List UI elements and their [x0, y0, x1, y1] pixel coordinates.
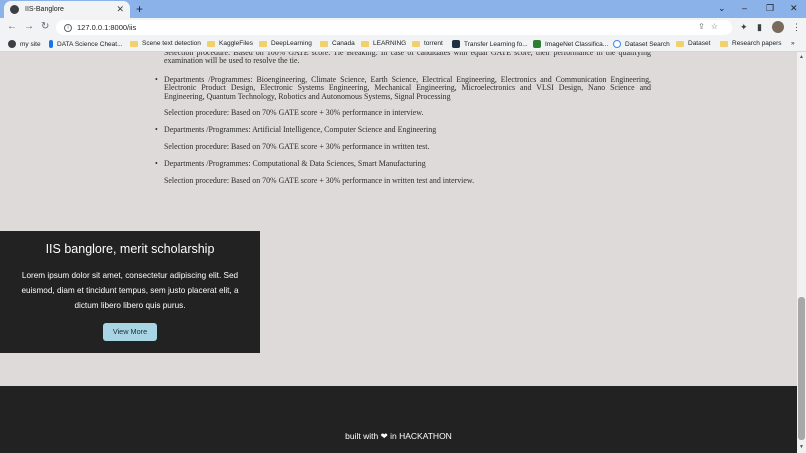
- back-icon[interactable]: ←: [7, 21, 17, 33]
- restore-button[interactable]: ❐: [766, 2, 774, 14]
- list-item: Departments /Programmes: Computational &…: [155, 159, 426, 169]
- scroll-down-icon[interactable]: ▼: [799, 444, 804, 450]
- minimize-button[interactable]: –: [742, 2, 747, 14]
- tab-title: IIS-Banglore: [25, 6, 64, 13]
- bookmarks-bar: my site DATA Science Cheat... Scene text…: [0, 37, 806, 52]
- site-favicon-icon: [10, 5, 19, 14]
- bookmark-label: Dataset: [688, 40, 711, 47]
- google-icon: [613, 40, 621, 48]
- bookmark-imagenet[interactable]: ImageNet Classifica...: [533, 40, 608, 48]
- footer-prefix: built with: [345, 431, 379, 441]
- page-scrollbar[interactable]: ▲ ▼: [797, 52, 806, 453]
- bookmark-dataset-search[interactable]: Dataset Search: [613, 40, 670, 48]
- folder-icon: [720, 40, 728, 47]
- globe-icon: [8, 40, 16, 48]
- heart-icon: ❤: [380, 431, 388, 441]
- folder-icon: [361, 40, 369, 47]
- folder-icon: [207, 40, 215, 47]
- bookmark-label: DATA Science Cheat...: [57, 40, 123, 48]
- bookmark-label: LEARNING: [373, 40, 407, 47]
- bookmark-dataset[interactable]: Dataset: [676, 40, 710, 47]
- tab-search-icon[interactable]: ⌄: [718, 2, 726, 14]
- reload-icon[interactable]: ↻: [41, 21, 49, 33]
- bookmarks-more[interactable]: »: [791, 40, 795, 47]
- bookmark-learning[interactable]: LEARNING: [361, 40, 406, 47]
- site-icon: [452, 40, 460, 48]
- close-tab-icon[interactable]: ✕: [116, 4, 124, 15]
- footer-suffix: in HACKATHON: [390, 431, 452, 441]
- folder-icon: [412, 40, 420, 47]
- folder-icon: [130, 40, 138, 47]
- bookmark-deeplearning[interactable]: DeepLearning: [259, 40, 312, 47]
- card-description: Lorem ipsum dolor sit amet, consectetur …: [21, 271, 239, 311]
- new-tab-button[interactable]: +: [136, 2, 143, 16]
- view-more-button[interactable]: View More: [103, 323, 157, 341]
- clipped-selection-text: Selection procedure: Based on 100% GATE …: [164, 52, 651, 66]
- share-bookmark-icons[interactable]: ⇪☆: [698, 22, 724, 31]
- folder-icon: [676, 40, 684, 47]
- scholarship-card: IIS banglore, merit scholarship Lorem ip…: [0, 231, 260, 353]
- folder-icon: [259, 40, 267, 47]
- bookmark-torrent[interactable]: torrent: [412, 40, 443, 47]
- bookmark-label: Canada: [332, 40, 355, 47]
- selection-procedure: Selection procedure: Based on 70% GATE s…: [164, 176, 475, 185]
- page-viewport: Selection procedure: Based on 100% GATE …: [0, 52, 797, 453]
- forward-icon[interactable]: →: [24, 21, 34, 33]
- bookmark-label: ImageNet Classifica...: [545, 40, 609, 48]
- bookmark-label: Transfer Learning fo...: [464, 40, 528, 48]
- bookmark-label: KaggleFiles: [219, 40, 253, 47]
- footer: built with ❤ in HACKATHON: [0, 386, 797, 453]
- k-icon: [49, 40, 53, 48]
- bookmark-label: DeepLearning: [271, 40, 312, 47]
- menu-icon[interactable]: ⋮: [792, 21, 801, 33]
- bookmark-label: Scene text detection: [142, 40, 201, 47]
- card-title: IIS banglore, merit scholarship: [45, 242, 215, 256]
- side-panel-icon[interactable]: ▮: [757, 21, 762, 33]
- list-item: Departments /Programmes: Bioengineering,…: [155, 75, 651, 101]
- list-item: Departments /Programmes: Artificial Inte…: [155, 125, 436, 135]
- profile-avatar[interactable]: [772, 21, 784, 33]
- tab-strip: IIS-Banglore ✕ + ⌄ – ❐ ✕: [0, 0, 806, 18]
- address-bar[interactable]: i 127.0.0.1:8000/iis ⇪☆: [56, 20, 732, 35]
- bookmark-my-site[interactable]: my site: [8, 40, 41, 48]
- bookmark-canada[interactable]: Canada: [320, 40, 355, 47]
- bookmark-transfer-learning[interactable]: Transfer Learning fo...: [452, 40, 528, 48]
- scroll-up-icon[interactable]: ▲: [799, 54, 804, 60]
- extensions-icon[interactable]: ✦: [740, 21, 748, 33]
- close-window-button[interactable]: ✕: [790, 2, 798, 14]
- bookmark-kagglefiles[interactable]: KaggleFiles: [207, 40, 253, 47]
- site-icon: [533, 40, 541, 48]
- selection-procedure: Selection procedure: Based on 70% GATE s…: [164, 142, 430, 151]
- url-text: 127.0.0.1:8000/iis: [77, 23, 137, 32]
- browser-toolbar: ← → ↻ i 127.0.0.1:8000/iis ⇪☆ ✦ ▮ ⋮: [0, 18, 806, 37]
- bookmark-research-papers[interactable]: Research papers: [720, 40, 782, 47]
- footer-text: built with ❤ in HACKATHON: [0, 431, 797, 442]
- selection-procedure: Selection procedure: Based on 70% GATE s…: [164, 108, 424, 117]
- bookmark-label: my site: [20, 40, 41, 48]
- bookmark-label: torrent: [424, 40, 443, 47]
- bookmark-scene-text[interactable]: Scene text detection: [130, 40, 201, 47]
- bookmark-data-science[interactable]: DATA Science Cheat...: [49, 40, 123, 48]
- scroll-thumb[interactable]: [798, 297, 805, 440]
- bookmark-label: Dataset Search: [625, 40, 670, 48]
- site-info-icon[interactable]: i: [64, 23, 72, 32]
- bookmark-label: Research papers: [732, 40, 782, 47]
- browser-tab[interactable]: IIS-Banglore ✕: [4, 1, 130, 18]
- folder-icon: [320, 40, 328, 47]
